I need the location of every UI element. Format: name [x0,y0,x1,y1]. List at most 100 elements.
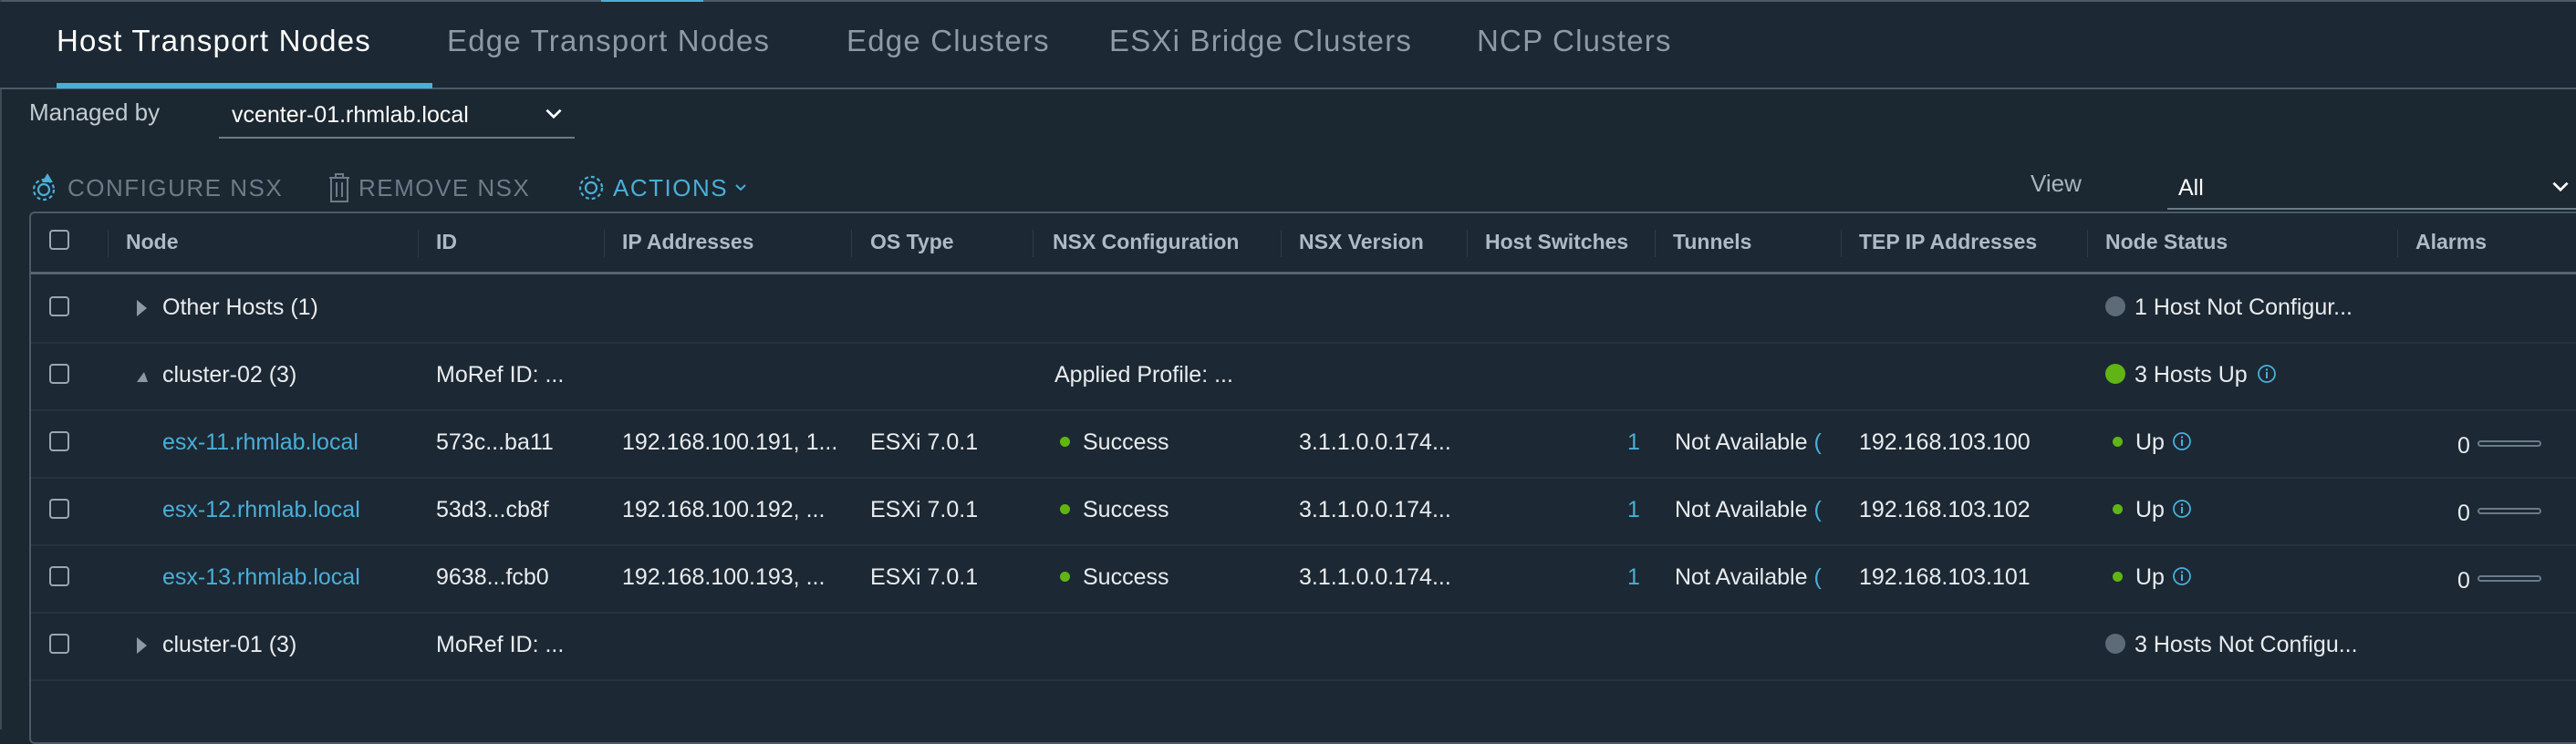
column-header-ip-addresses[interactable]: IP Addresses [622,230,753,254]
host-id: 9638...fcb0 [436,564,549,590]
info-icon[interactable] [2172,566,2192,586]
chevron-down-icon [545,108,562,119]
tunnels-paren: ( [1813,429,1822,455]
alarms-count: 0 [2457,501,2470,526]
status-dot-success [1060,571,1070,582]
nsx-version: 3.1.1.0.0.174... [1299,497,1451,522]
nsx-version: 3.1.1.0.0.174... [1299,429,1451,455]
table-row-group: cluster-02 (3) MoRef ID: ... Applied Pro… [31,342,2576,411]
configure-nsx-label: CONFIGURE NSX [68,173,284,202]
left-border [0,0,2,729]
row-checkbox[interactable] [49,364,69,384]
moref-id: MoRef ID: ... [436,362,565,388]
column-separator [851,230,852,257]
nsx-configuration: Success [1060,564,1169,591]
ip-addresses: 192.168.100.193, ... [622,564,826,590]
status-dot-up [2105,364,2125,385]
column-separator [418,230,419,257]
node-status: 3 Hosts Up [2105,362,2277,388]
moref-id: MoRef ID: ... [436,632,565,657]
status-dot-not-configured [2105,296,2125,317]
collapse-caret-icon[interactable] [135,369,150,384]
row-checkbox[interactable] [49,499,69,519]
configure-nsx-button[interactable]: CONFIGURE NSX [29,170,283,206]
row-checkbox[interactable] [49,431,69,451]
ip-addresses: 192.168.100.192, ... [622,497,826,522]
tab-edge-clusters[interactable]: Edge Clusters [847,24,1050,58]
row-checkbox[interactable] [49,634,69,654]
expand-caret-icon[interactable] [137,637,147,654]
host-switches-link[interactable]: 1 [1627,564,1640,591]
host-link[interactable]: esx-13.rhmlab.local [162,564,360,591]
remove-nsx-button[interactable]: REMOVE NSX [326,170,530,206]
tab-bar: Host Transport Nodes Edge Transport Node… [0,2,2576,89]
gear-configure-icon [32,173,56,202]
column-separator [1841,230,1842,257]
column-header-nsx-version[interactable]: NSX Version [1299,230,1424,254]
host-switches-link[interactable]: 1 [1627,429,1640,456]
group-name: cluster-01 (3) [162,632,297,657]
managed-by-label: Managed by [29,98,161,126]
column-header-tep-ip-addresses[interactable]: TEP IP Addresses [1859,230,2037,254]
column-header-id[interactable]: ID [436,230,457,254]
expand-caret-icon[interactable] [137,300,147,316]
view-select[interactable]: All [2167,166,2576,210]
tab-esxi-bridge-clusters[interactable]: ESXi Bridge Clusters [1109,24,1412,58]
host-link[interactable]: esx-11.rhmlab.local [162,429,358,456]
alarms-count: 0 [2457,568,2470,594]
tab-edge-transport-nodes[interactable]: Edge Transport Nodes [447,24,770,58]
status-dot-success [1060,503,1070,514]
managed-by-value: vcenter-01.rhmlab.local [232,102,469,128]
info-icon[interactable] [2257,364,2277,384]
tab-host-transport-nodes[interactable]: Host Transport Nodes [57,24,371,58]
tab-ncp-clusters[interactable]: NCP Clusters [1477,24,1672,58]
chevron-down-icon [2552,181,2569,192]
ip-addresses: 192.168.100.191, 1... [622,429,838,455]
node-status-text: Up [2135,497,2165,522]
host-link[interactable]: esx-12.rhmlab.local [162,497,360,523]
table-row-group: Other Hosts (1) 1 Host Not Configur... [31,274,2576,344]
table-header: Node ID IP Addresses OS Type NSX Configu… [31,213,2576,274]
host-id: 573c...ba11 [436,429,554,455]
nsx-configuration-text: Success [1083,429,1169,455]
column-header-host-switches[interactable]: Host Switches [1485,230,1628,254]
node-status: Up [2113,564,2192,591]
column-header-os-type[interactable]: OS Type [870,230,954,254]
actions-menu-button[interactable]: ACTIONS [575,170,748,206]
nsx-configuration: Success [1060,497,1169,523]
nsx-configuration-text: Success [1083,564,1169,590]
status-dot-success [1060,436,1070,447]
row-checkbox[interactable] [49,566,69,586]
trash-icon [329,173,349,202]
tunnels-text: Not Available [1675,429,1808,455]
column-header-tunnels[interactable]: Tunnels [1673,230,1751,254]
node-status-text: 3 Hosts Not Configu... [2135,632,2358,657]
os-type: ESXi 7.0.1 [870,564,979,590]
column-header-nsx-configuration[interactable]: NSX Configuration [1053,230,1239,254]
column-header-node-status[interactable]: Node Status [2105,230,2228,254]
column-separator [1033,230,1034,257]
status-dot-up [2113,436,2123,447]
node-status: Up [2113,429,2192,456]
host-switches-link[interactable]: 1 [1627,497,1640,523]
column-separator [108,230,109,257]
alarms-count: 0 [2457,433,2470,459]
tunnels-text: Not Available [1675,497,1808,522]
host-id: 53d3...cb8f [436,497,549,522]
row-checkbox[interactable] [49,296,69,316]
tep-ip: 192.168.103.101 [1859,564,2031,590]
table-row-host: esx-11.rhmlab.local 573c...ba11 192.168.… [31,409,2576,479]
chevron-down-icon [735,184,746,191]
managed-by-select[interactable]: vcenter-01.rhmlab.local [219,95,575,139]
column-header-alarms[interactable]: Alarms [2415,230,2487,254]
info-icon[interactable] [2172,431,2192,451]
node-status-text: 1 Host Not Configur... [2135,294,2353,320]
nsx-configuration: Success [1060,429,1169,456]
actions-label: ACTIONS [613,173,729,202]
tunnels: Not Available ( [1675,564,1822,591]
node-status: 3 Hosts Not Configu... [2105,632,2358,658]
column-header-node[interactable]: Node [126,230,179,254]
select-all-checkbox[interactable] [49,230,69,250]
info-icon[interactable] [2172,499,2192,519]
tunnels: Not Available ( [1675,497,1822,523]
